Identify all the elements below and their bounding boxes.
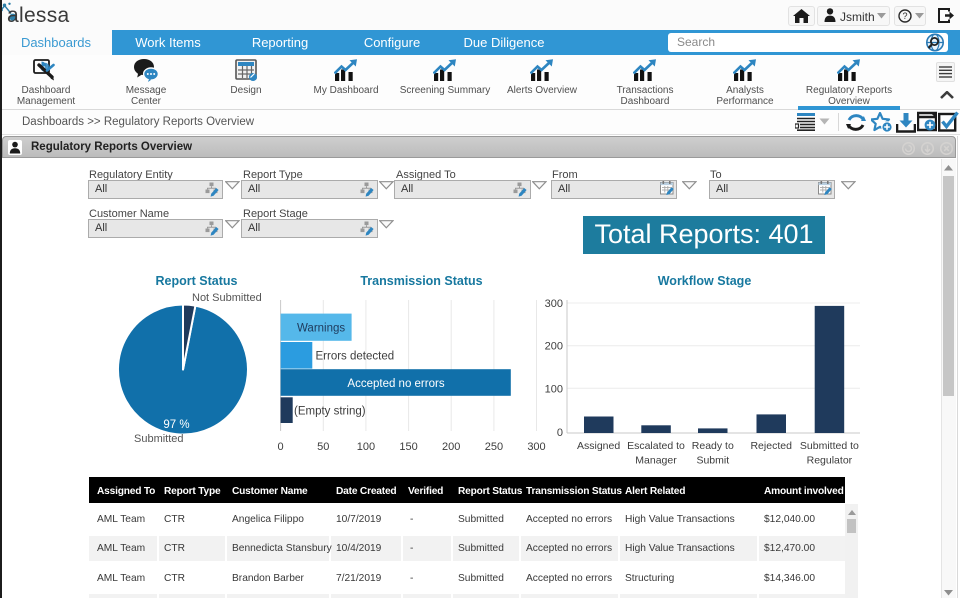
svg-text:Submitted to: Submitted to	[800, 440, 859, 452]
svg-text:Not Submitted: Not Submitted	[192, 292, 262, 304]
svg-text:0: 0	[557, 427, 563, 439]
svg-text:Submitted: Submitted	[134, 433, 184, 445]
svg-text:97 %: 97 %	[163, 419, 189, 431]
svg-text:Errors detected: Errors detected	[316, 351, 395, 363]
svg-text:Regulator: Regulator	[807, 455, 853, 467]
svg-text:200: 200	[545, 341, 563, 353]
svg-text:Assigned: Assigned	[577, 440, 620, 452]
svg-text:100: 100	[357, 441, 375, 453]
svg-text:250: 250	[485, 441, 503, 453]
svg-text:100: 100	[545, 383, 563, 395]
svg-text:Accepted no errors: Accepted no errors	[347, 378, 444, 390]
svg-text:150: 150	[399, 441, 417, 453]
svg-text:300: 300	[545, 298, 563, 310]
svg-text:Submit: Submit	[696, 455, 729, 467]
svg-text:Escalated to: Escalated to	[627, 440, 685, 452]
svg-text:0: 0	[278, 441, 284, 453]
svg-text:Warnings: Warnings	[297, 323, 345, 335]
svg-text:?: ?	[902, 11, 907, 21]
svg-text:Rejected: Rejected	[750, 440, 792, 452]
svg-text:300: 300	[527, 441, 545, 453]
svg-text:(Empty string): (Empty string)	[294, 405, 366, 417]
svg-text:Ready to: Ready to	[692, 440, 734, 452]
svg-text:200: 200	[442, 441, 460, 453]
svg-text:50: 50	[317, 441, 329, 453]
svg-text:Manager: Manager	[635, 455, 677, 467]
